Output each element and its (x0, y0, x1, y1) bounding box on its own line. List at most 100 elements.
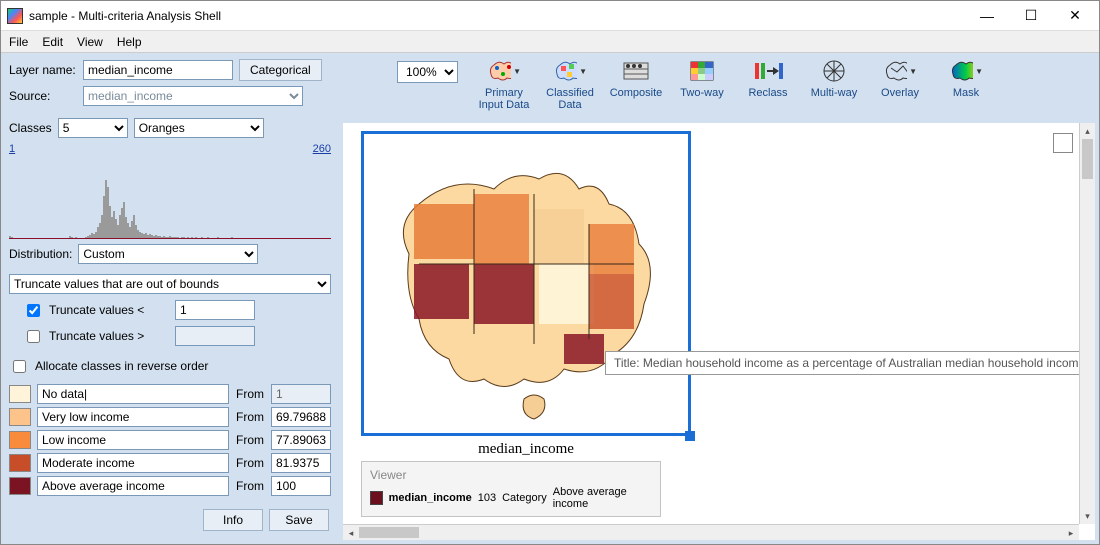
app-icon (7, 8, 23, 24)
toolbar-multi-way[interactable]: Multi-way (806, 57, 862, 111)
truncate-gt-label: Truncate values > (49, 329, 169, 343)
class-from-input[interactable] (271, 476, 331, 496)
class-from-input[interactable] (271, 407, 331, 427)
legend-category-word: Category (502, 492, 547, 504)
class-name-input[interactable] (37, 384, 229, 404)
toolbar-composite[interactable]: Composite (608, 57, 664, 111)
truncate-lt-checkbox[interactable] (27, 304, 40, 317)
class-from-input[interactable] (271, 453, 331, 473)
truncate-lt-label: Truncate values < (49, 303, 169, 317)
dropdown-caret-icon: ▼ (909, 67, 917, 76)
histogram-bar (231, 237, 233, 238)
hist-max[interactable]: 260 (313, 143, 331, 155)
from-label: From (235, 456, 265, 470)
palette-select[interactable]: Oranges (134, 118, 264, 138)
legend-swatch (370, 491, 383, 505)
histogram-range: 1 260 (9, 143, 331, 155)
dropdown-caret-icon: ▼ (513, 67, 521, 76)
layer-name-input[interactable] (83, 60, 233, 80)
info-button[interactable]: Info (203, 509, 263, 531)
legend-category: Above average income (553, 486, 652, 510)
dropdown-caret-icon: ▼ (975, 67, 983, 76)
menu-view[interactable]: View (77, 35, 103, 49)
viewer-legend: Viewer median_income 103 Category Above … (361, 461, 661, 517)
class-swatch (9, 431, 31, 449)
multi-way-icon (817, 57, 851, 85)
left-panel: Layer name: Categorical Source: median_i… (1, 53, 339, 544)
histogram-bar (207, 237, 209, 238)
menu-edit[interactable]: Edit (42, 35, 63, 49)
histogram-bar (183, 237, 185, 238)
class-from-input[interactable] (271, 430, 331, 450)
from-label: From (235, 433, 265, 447)
save-button[interactable]: Save (269, 509, 329, 531)
histogram-bar (11, 237, 13, 238)
toolbar-label: Composite (610, 87, 663, 99)
from-label: From (235, 410, 265, 424)
truncate-gt-input[interactable] (175, 326, 255, 346)
vertical-scrollbar[interactable]: ▴ ▾ (1079, 123, 1095, 524)
classes-count-select[interactable]: 5 (58, 118, 128, 138)
reclass-icon (751, 57, 785, 85)
toolbar-mask[interactable]: ▼ Mask (938, 57, 994, 111)
class-name-input[interactable] (37, 430, 229, 450)
distribution-select[interactable]: Custom (78, 244, 258, 264)
class-name-input[interactable] (37, 407, 229, 427)
toolbar-label: Two-way (680, 87, 723, 99)
truncate-gt-checkbox[interactable] (27, 330, 40, 343)
class-breaks-list: FromFromFromFromFrom (9, 381, 331, 499)
reverse-order-checkbox[interactable] (13, 360, 26, 373)
two-way-icon (685, 57, 719, 85)
truncate-mode-select[interactable]: Truncate values that are out of bounds (9, 274, 331, 294)
viewer-expand-box[interactable] (1053, 133, 1073, 153)
window-close-button[interactable]: ✕ (1053, 2, 1097, 30)
source-select[interactable]: median_income (83, 86, 303, 106)
map-tooltip: Title: Median household income as a perc… (605, 351, 1094, 375)
histogram (9, 161, 331, 239)
dropdown-caret-icon: ▼ (579, 67, 587, 76)
toolbar-two-way[interactable]: Two-way (674, 57, 730, 111)
menubar: File Edit View Help (1, 31, 1099, 53)
scroll-down-icon[interactable]: ▾ (1080, 508, 1095, 524)
from-label: From (235, 479, 265, 493)
toolbar-label: Multi-way (811, 87, 857, 99)
class-name-input[interactable] (37, 476, 229, 496)
source-label: Source: (9, 89, 77, 103)
histogram-bar (201, 237, 203, 238)
class-row: From (9, 430, 331, 450)
histogram-bar (75, 237, 77, 238)
hist-min[interactable]: 1 (9, 143, 15, 155)
zoom-select[interactable]: 100% (397, 61, 458, 83)
toolbar-primary-input-data[interactable]: ▼PrimaryInput Data (476, 57, 532, 111)
window-maximize-button[interactable]: ☐ (1009, 2, 1053, 30)
map-viewport[interactable]: median_income Title: Median household in… (343, 123, 1095, 540)
toolbar-classified-data[interactable]: ▼ClassifiedData (542, 57, 598, 111)
scroll-up-icon[interactable]: ▴ (1080, 123, 1095, 139)
menu-file[interactable]: File (9, 35, 28, 49)
window-title: sample - Multi-criteria Analysis Shell (29, 9, 965, 23)
truncate-lt-input[interactable] (175, 300, 255, 320)
classified-data-icon: ▼ (553, 57, 587, 85)
toolbar-label: Mask (953, 87, 979, 99)
scroll-right-icon[interactable]: ▸ (1063, 525, 1079, 540)
legend-value: 103 (478, 492, 496, 504)
toolbar-reclass[interactable]: Reclass (740, 57, 796, 111)
window-minimize-button[interactable]: — (965, 2, 1009, 30)
right-panel: 100% ▼PrimaryInput Data▼ClassifiedData Co… (339, 53, 1099, 544)
toolbar-overlay[interactable]: ▼Overlay (872, 57, 928, 111)
class-name-input[interactable] (37, 453, 229, 473)
map-frame[interactable] (361, 131, 691, 436)
scroll-left-icon[interactable]: ◂ (343, 525, 359, 540)
hscroll-thumb[interactable] (359, 527, 419, 538)
map-resize-handle[interactable] (685, 431, 695, 441)
reverse-order-label: Allocate classes in reverse order (35, 359, 208, 373)
layer-name-label: Layer name: (9, 63, 77, 77)
horizontal-scrollbar[interactable]: ◂ ▸ (343, 524, 1079, 540)
class-from-input[interactable] (271, 384, 331, 404)
vscroll-thumb[interactable] (1082, 139, 1093, 179)
categorical-button[interactable]: Categorical (239, 59, 322, 81)
menu-help[interactable]: Help (117, 35, 142, 49)
legend-layer-name: median_income (389, 492, 472, 504)
primary-input-data-icon: ▼ (487, 57, 521, 85)
histogram-bar (187, 237, 189, 238)
